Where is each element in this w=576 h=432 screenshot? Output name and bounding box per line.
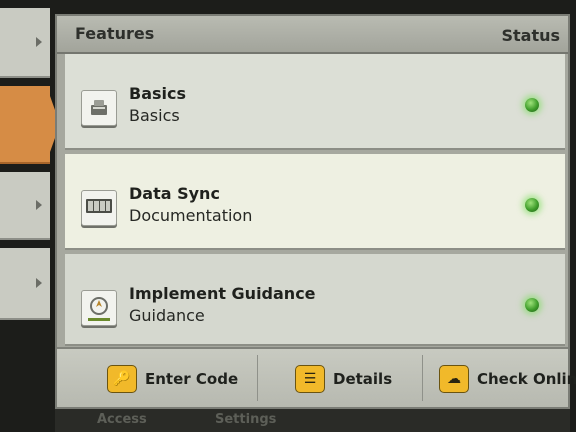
enter-code-button[interactable]: 🔑 Enter Code (107, 349, 247, 407)
details-button[interactable]: ☰ Details (295, 349, 415, 407)
check-online-label: Check Online (477, 370, 576, 388)
sidebar-tab-4[interactable] (0, 248, 50, 320)
feature-row-implement-guidance[interactable]: Implement Guidance Guidance (65, 254, 565, 346)
guidance-icon (81, 290, 117, 326)
feature-subtitle: Documentation (129, 206, 253, 225)
sidebar-tab-active[interactable] (0, 86, 60, 164)
action-bar: 🔑 Enter Code ☰ Details ☁ Check Online (57, 347, 576, 407)
key-icon: 🔑 (107, 365, 137, 393)
feature-title: Basics (129, 84, 187, 103)
status-indicator-icon (525, 198, 539, 212)
check-online-button[interactable]: ☁ Check Online (439, 349, 576, 407)
table-header: Features Status (57, 16, 568, 54)
sidebar-tab-1[interactable] (0, 8, 50, 78)
feature-row-data-sync[interactable]: Data Sync Documentation (65, 154, 565, 250)
details-label: Details (333, 370, 393, 388)
divider (257, 355, 258, 401)
features-column-header: Features (75, 24, 155, 43)
feature-subtitle: Guidance (129, 306, 205, 325)
access-tab[interactable]: Access (97, 412, 147, 427)
sidebar-tab-3[interactable] (0, 172, 50, 240)
features-panel: Features Status Basics Basics Data Sync … (55, 14, 576, 409)
enter-code-label: Enter Code (145, 370, 239, 388)
feature-title: Data Sync (129, 184, 220, 203)
status-column-header: Status (501, 26, 560, 45)
chevron-right-icon (36, 278, 42, 288)
chevron-right-icon (36, 37, 42, 47)
status-indicator-icon (525, 98, 539, 112)
bottom-tab-strip: Access Settings (55, 409, 570, 432)
status-indicator-icon (525, 298, 539, 312)
chevron-right-icon (36, 200, 42, 210)
settings-tab[interactable]: Settings (215, 412, 276, 427)
feature-row-basics[interactable]: Basics Basics (65, 54, 565, 150)
feature-title: Implement Guidance (129, 284, 316, 303)
basics-icon (81, 90, 117, 126)
cloud-download-icon: ☁ (439, 365, 469, 393)
divider (422, 355, 423, 401)
feature-list: Basics Basics Data Sync Documentation Im… (65, 54, 565, 346)
feature-subtitle: Basics (129, 106, 180, 125)
document-icon: ☰ (295, 365, 325, 393)
sidebar (0, 8, 60, 338)
data-sync-icon (81, 190, 117, 226)
